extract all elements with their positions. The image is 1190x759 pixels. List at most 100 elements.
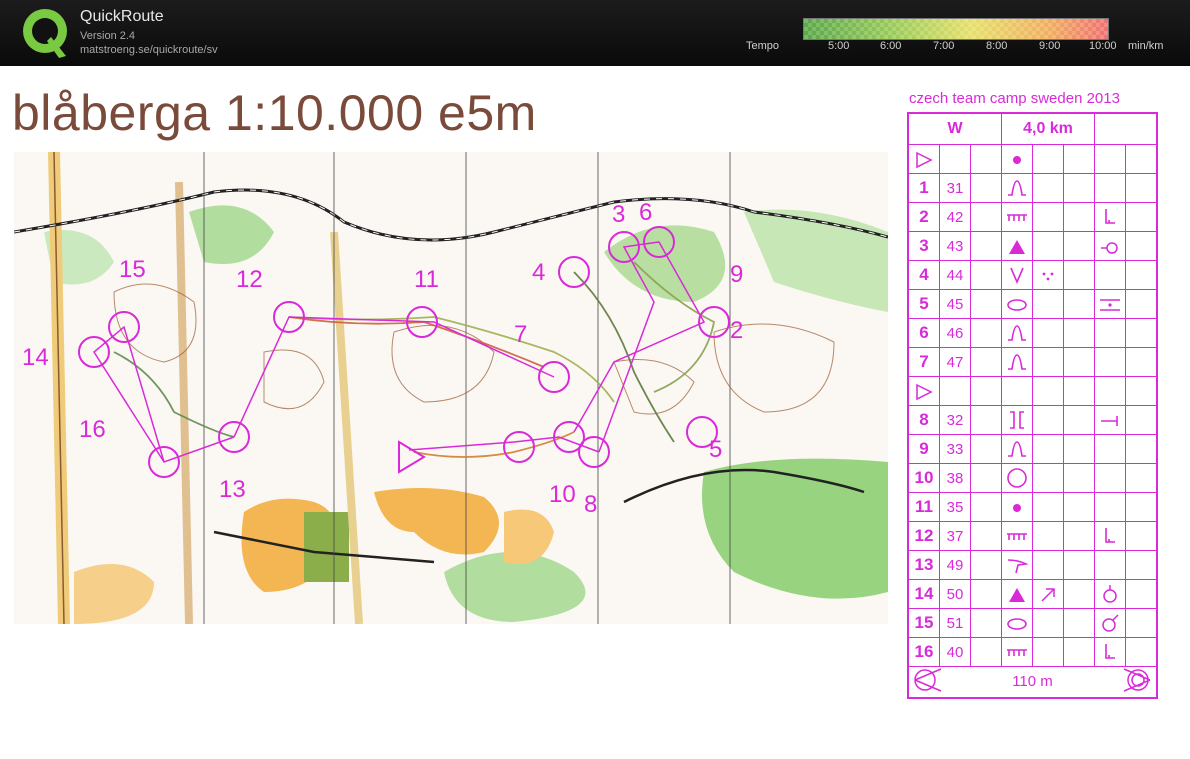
class-name: W bbox=[907, 112, 1002, 145]
top-icon bbox=[1094, 579, 1126, 609]
empty-cell bbox=[1125, 231, 1158, 261]
empty-cell bbox=[1125, 202, 1158, 232]
finish-circle-icon bbox=[1123, 668, 1151, 692]
app-header: QuickRoute Version 2.4 matstroeng.se/qui… bbox=[0, 0, 1190, 66]
empty-cell bbox=[1063, 347, 1095, 377]
empty-icon bbox=[1094, 376, 1126, 406]
empty-cell bbox=[1063, 463, 1095, 493]
control-label: 5 bbox=[709, 436, 722, 463]
empty-cell bbox=[1125, 521, 1158, 551]
control-number: 12 bbox=[907, 521, 940, 551]
ellipse-icon bbox=[1001, 608, 1033, 638]
control-code: 31 bbox=[939, 173, 971, 203]
description-row: 3 43 bbox=[907, 231, 1158, 261]
control-number: 2 bbox=[907, 202, 940, 232]
app-url[interactable]: matstroeng.se/quickroute/sv bbox=[80, 44, 218, 56]
empty-icon bbox=[1032, 521, 1064, 551]
empty-cell bbox=[1063, 405, 1095, 435]
side-icon bbox=[1094, 608, 1126, 638]
empty-icon bbox=[1032, 376, 1064, 406]
empty-cell bbox=[1125, 434, 1158, 464]
empty-cell bbox=[1063, 289, 1095, 319]
control-label: 7 bbox=[514, 321, 527, 348]
control-code: 33 bbox=[939, 434, 971, 464]
empty-cell bbox=[970, 173, 1002, 203]
app-version: Version 2.4 bbox=[80, 30, 136, 42]
control-number: 5 bbox=[907, 289, 940, 319]
empty-icon bbox=[1094, 260, 1126, 290]
description-row bbox=[907, 376, 1158, 406]
course-length: 4,0 km bbox=[1001, 112, 1095, 145]
empty-cell bbox=[1063, 318, 1095, 348]
empty-icon bbox=[1032, 463, 1064, 493]
corner-icon bbox=[1094, 521, 1126, 551]
empty-cell bbox=[970, 608, 1002, 638]
v-icon bbox=[1001, 260, 1033, 290]
empty-icon bbox=[1032, 173, 1064, 203]
control-number: 6 bbox=[907, 318, 940, 348]
between-icon bbox=[1094, 289, 1126, 319]
control-number: 9 bbox=[907, 434, 940, 464]
empty-cell bbox=[1063, 144, 1095, 174]
description-row: 5 45 bbox=[907, 289, 1158, 319]
description-row: 4 44 bbox=[907, 260, 1158, 290]
description-row: 7 47 bbox=[907, 347, 1158, 377]
control-code: 35 bbox=[939, 492, 971, 522]
app-title: QuickRoute bbox=[80, 8, 164, 25]
knoll-icon bbox=[1001, 434, 1033, 464]
ellipse-icon bbox=[1001, 289, 1033, 319]
empty-cell bbox=[1063, 637, 1095, 667]
control-number: 7 bbox=[907, 347, 940, 377]
control-number: 16 bbox=[907, 637, 940, 667]
triangle-icon bbox=[1001, 579, 1033, 609]
tempo-tick: 8:00 bbox=[986, 40, 1008, 52]
quickroute-logo-icon bbox=[23, 9, 67, 58]
empty-cell bbox=[1063, 202, 1095, 232]
finish-distance: 110 m bbox=[1012, 673, 1053, 690]
control-number: 11 bbox=[907, 492, 940, 522]
empty-cell bbox=[970, 579, 1002, 609]
empty-cell bbox=[1063, 492, 1095, 522]
control-label: 6 bbox=[639, 199, 652, 226]
empty-icon bbox=[1094, 173, 1126, 203]
orienteering-map[interactable]: 2 3 4 5 6 7 8 9 10 11 12 13 14 15 16 bbox=[14, 152, 888, 624]
empty-cell bbox=[970, 405, 1002, 435]
empty-icon bbox=[1032, 550, 1064, 580]
bracket-icon bbox=[1001, 405, 1033, 435]
triangle-icon bbox=[1001, 231, 1033, 261]
start-triangle-icon bbox=[907, 376, 940, 406]
empty-icon bbox=[1094, 144, 1126, 174]
control-label: 8 bbox=[584, 491, 597, 518]
empty-icon bbox=[1032, 289, 1064, 319]
description-row: 16 40 bbox=[907, 637, 1158, 667]
control-code: 42 bbox=[939, 202, 971, 232]
empty-icon bbox=[1032, 318, 1064, 348]
control-code: 47 bbox=[939, 347, 971, 377]
empty-icon bbox=[1032, 608, 1064, 638]
control-number: 1 bbox=[907, 173, 940, 203]
knoll-icon bbox=[1001, 318, 1033, 348]
description-row: 1 31 bbox=[907, 173, 1158, 203]
control-label: 4 bbox=[532, 259, 545, 286]
empty-cell bbox=[970, 289, 1002, 319]
empty-cell bbox=[1125, 173, 1158, 203]
description-row: 14 50 bbox=[907, 579, 1158, 609]
empty-icon bbox=[1032, 405, 1064, 435]
empty-cell bbox=[970, 260, 1002, 290]
spur-icon bbox=[1001, 550, 1033, 580]
control-code bbox=[939, 376, 971, 406]
empty-icon bbox=[1032, 492, 1064, 522]
description-row: 9 33 bbox=[907, 434, 1158, 464]
description-row: 10 38 bbox=[907, 463, 1158, 493]
control-number: 10 bbox=[907, 463, 940, 493]
control-label: 9 bbox=[730, 261, 743, 288]
control-code: 44 bbox=[939, 260, 971, 290]
empty-cell bbox=[1063, 434, 1095, 464]
description-row: 15 51 bbox=[907, 608, 1158, 638]
control-label: 12 bbox=[236, 266, 263, 293]
circle-icon bbox=[1001, 463, 1033, 493]
empty-cell bbox=[970, 550, 1002, 580]
corner-icon bbox=[1094, 637, 1126, 667]
tempo-tick: 6:00 bbox=[880, 40, 902, 52]
ruin-icon bbox=[1001, 637, 1033, 667]
